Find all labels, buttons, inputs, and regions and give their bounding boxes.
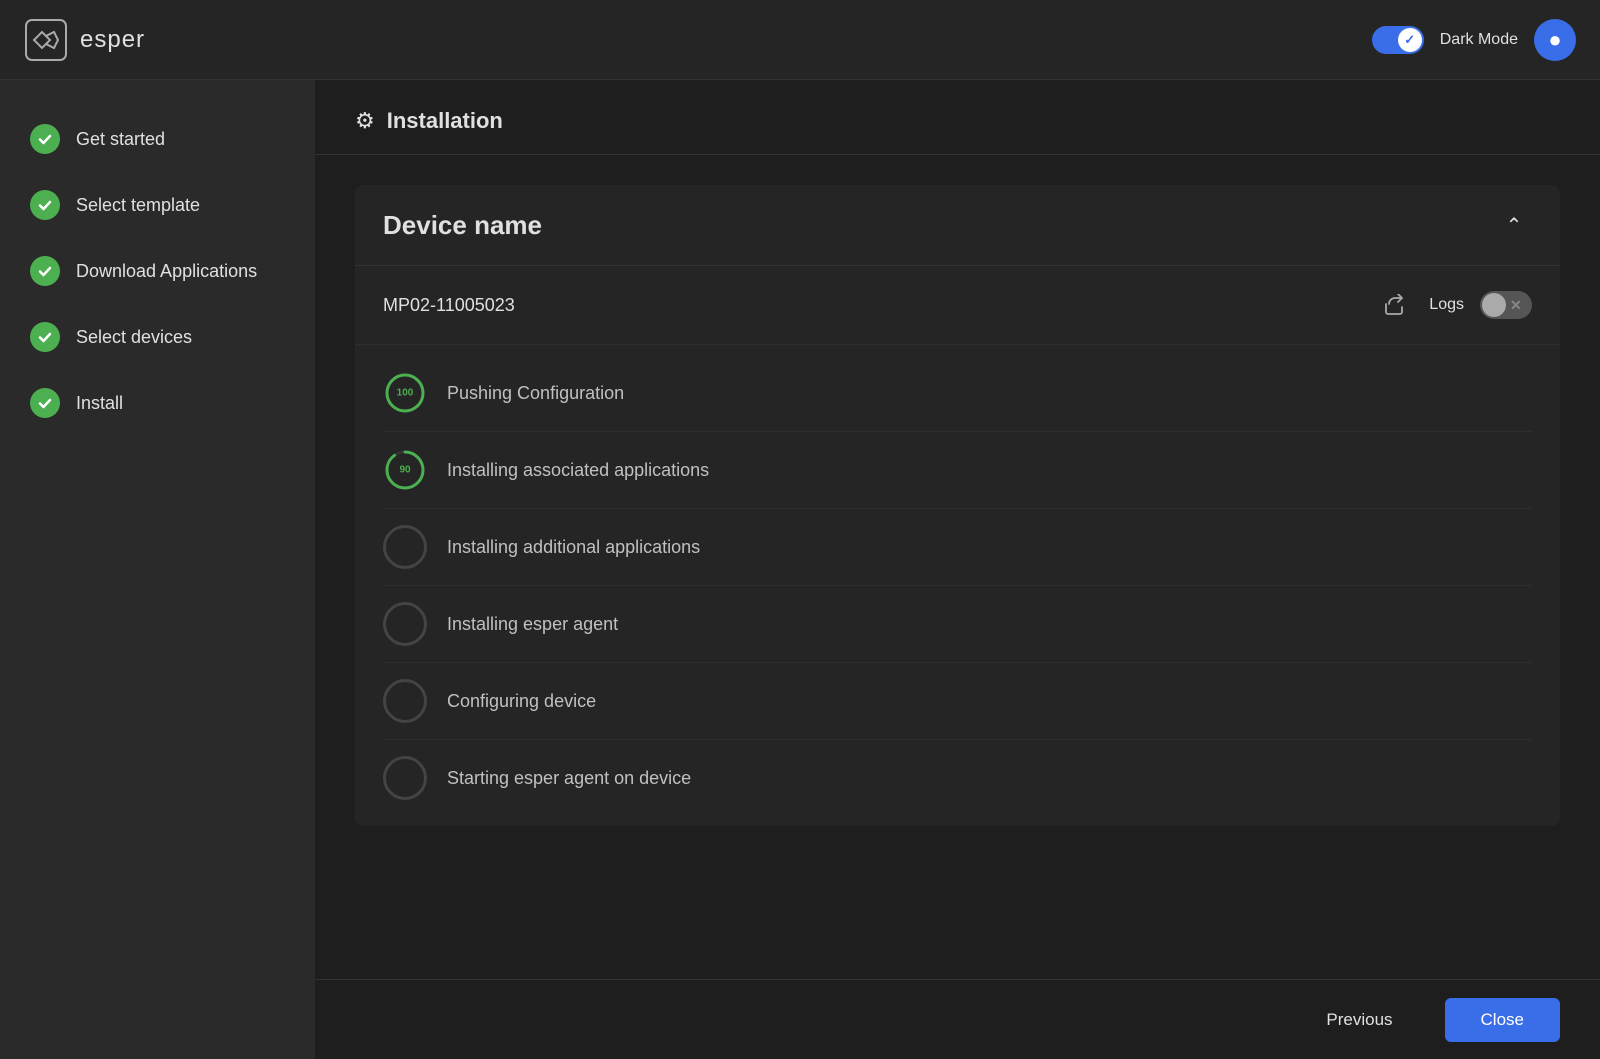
toggle-x-icon: ✕ [1510, 297, 1522, 314]
check-circle-select-template [30, 190, 60, 220]
sidebar-item-get-started[interactable]: Get started [20, 110, 295, 168]
sidebar-item-select-template[interactable]: Select template [20, 176, 295, 234]
progress-item-installing-agent: Installing esper agent [383, 586, 1532, 663]
dark-mode-toggle[interactable]: ✓ [1372, 26, 1424, 54]
toggle-check-icon: ✓ [1404, 32, 1415, 48]
dark-mode-label: Dark Mode [1440, 31, 1518, 49]
collapse-button[interactable]: ⌃ [1496, 207, 1532, 243]
previous-button[interactable]: Previous [1290, 998, 1428, 1042]
progress-label-pushing-config: Pushing Configuration [447, 383, 624, 404]
sidebar-label-select-template: Select template [76, 195, 200, 216]
logo-text: esper [80, 26, 145, 54]
sidebar-label-select-devices: Select devices [76, 327, 192, 348]
progress-label-installing-additional: Installing additional applications [447, 537, 700, 558]
progress-item-pushing-config: 100 Pushing Configuration [383, 355, 1532, 432]
logs-toggle[interactable]: ✕ [1480, 291, 1532, 319]
progress-circle-installing-assoc: 90 [383, 448, 427, 492]
device-actions: Logs ✕ [1375, 286, 1532, 324]
device-card-header: Device name ⌃ [355, 185, 1560, 266]
logo-icon [24, 18, 68, 62]
header: esper ✓ Dark Mode ● [0, 0, 1600, 80]
share-button[interactable] [1375, 286, 1413, 324]
sidebar-item-select-devices[interactable]: Select devices [20, 308, 295, 366]
device-row: MP02-11005023 Logs ✕ [355, 266, 1560, 345]
progress-circle-pushing-config: 100 [383, 371, 427, 415]
page-title: Installation [387, 108, 503, 134]
device-id-label: MP02-11005023 [383, 295, 1355, 316]
logs-button[interactable]: Logs [1429, 296, 1464, 314]
main: ⚙ Installation Device name ⌃ MP02-110050… [315, 80, 1600, 1059]
progress-circle-installing-agent [383, 602, 427, 646]
sidebar-item-download-applications[interactable]: Download Applications [20, 242, 295, 300]
check-circle-download-applications [30, 256, 60, 286]
progress-circle-starting-agent [383, 756, 427, 800]
footer: Previous Close [315, 979, 1600, 1059]
avatar[interactable]: ● [1534, 19, 1576, 61]
close-button[interactable]: Close [1445, 998, 1560, 1042]
progress-item-installing-additional: Installing additional applications [383, 509, 1532, 586]
sidebar-label-download-applications: Download Applications [76, 261, 257, 282]
progress-circle-configuring-device [383, 679, 427, 723]
progress-label-starting-agent: Starting esper agent on device [447, 768, 691, 789]
chevron-up-icon: ⌃ [1506, 213, 1523, 238]
device-card: Device name ⌃ MP02-11005023 [355, 185, 1560, 826]
progress-label-configuring-device: Configuring device [447, 691, 596, 712]
progress-label-installing-assoc: Installing associated applications [447, 460, 709, 481]
progress-label-installing-agent: Installing esper agent [447, 614, 618, 635]
sidebar: Get started Select template Download App… [0, 80, 315, 1059]
toggle-knob: ✓ [1398, 28, 1422, 52]
share-icon [1383, 294, 1405, 316]
progress-number-installing-assoc: 90 [399, 465, 410, 476]
user-icon: ● [1548, 27, 1561, 53]
check-circle-select-devices [30, 322, 60, 352]
layout: Get started Select template Download App… [0, 80, 1600, 1059]
main-header: ⚙ Installation [315, 80, 1600, 155]
progress-item-starting-agent: Starting esper agent on device [383, 740, 1532, 816]
gear-icon: ⚙ [355, 108, 375, 134]
sidebar-item-install[interactable]: Install [20, 374, 295, 432]
sidebar-label-get-started: Get started [76, 129, 165, 150]
progress-item-installing-assoc: 90 Installing associated applications [383, 432, 1532, 509]
logo: esper [24, 18, 145, 62]
check-circle-install [30, 388, 60, 418]
progress-number-pushing-config: 100 [397, 388, 414, 399]
main-content: Device name ⌃ MP02-11005023 [315, 155, 1600, 979]
header-right: ✓ Dark Mode ● [1372, 19, 1576, 61]
sidebar-label-install: Install [76, 393, 123, 414]
toggle-x-knob [1482, 293, 1506, 317]
progress-circle-installing-additional [383, 525, 427, 569]
progress-list: 100 Pushing Configuration 90 [355, 345, 1560, 826]
device-name-title: Device name [383, 210, 542, 241]
progress-item-configuring-device: Configuring device [383, 663, 1532, 740]
check-circle-get-started [30, 124, 60, 154]
